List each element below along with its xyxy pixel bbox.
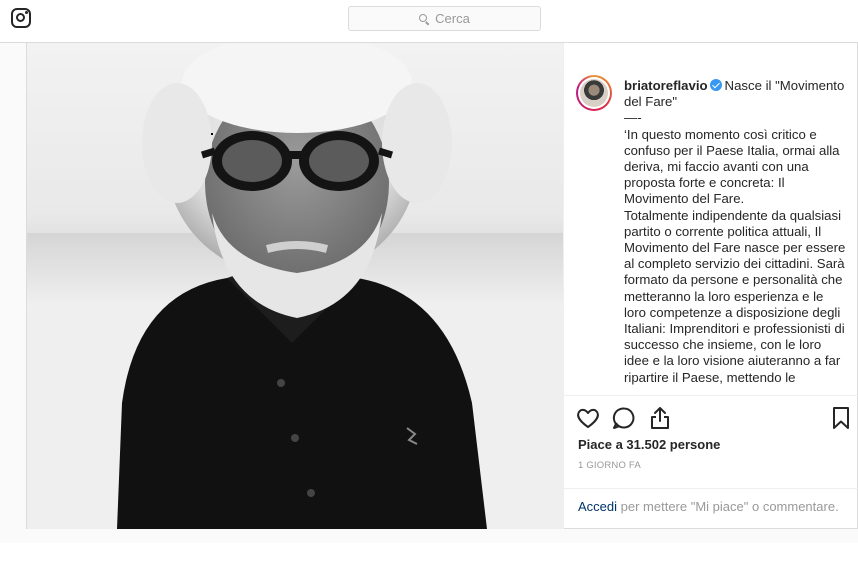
search-input[interactable]: Cerca: [348, 6, 541, 31]
instagram-glyph-icon[interactable]: [11, 8, 31, 28]
post-timestamp[interactable]: 1 GIORNO FA: [578, 460, 641, 471]
page-content: briatoreflavio Nasce il "Movimento del Fa…: [0, 43, 858, 543]
comment-bubble-icon[interactable]: [610, 404, 638, 432]
login-prompt-text: per mettere "Mi piace" o commentare.: [617, 499, 839, 514]
author-username[interactable]: briatoreflavio: [624, 78, 708, 93]
caption-text: briatoreflavio Nasce il "Movimento del Fa…: [624, 78, 846, 386]
share-icon[interactable]: [646, 404, 674, 432]
heart-icon[interactable]: [574, 404, 602, 432]
verified-badge-icon: [709, 79, 722, 91]
caption-body: Nasce il "Movimento del Fare" —- ‘In que…: [624, 78, 846, 385]
post-card: briatoreflavio Nasce il "Movimento del Fa…: [26, 43, 858, 529]
likes-count[interactable]: Piace a 31.502 persone: [578, 437, 720, 452]
top-navigation-bar: Cerca: [0, 0, 858, 43]
bookmark-icon[interactable]: [827, 404, 855, 432]
post-photo[interactable]: [27, 43, 563, 529]
post-actions: Piace a 31.502 persone 1 GIORNO FA Acced…: [564, 395, 858, 529]
search-placeholder: Cerca: [435, 11, 470, 26]
search-icon: [419, 13, 430, 25]
post-sidebar: briatoreflavio Nasce il "Movimento del Fa…: [563, 43, 858, 529]
login-link[interactable]: Accedi: [578, 499, 617, 514]
avatar[interactable]: [576, 75, 612, 111]
login-prompt: Accedi per mettere "Mi piace" o commenta…: [564, 488, 858, 530]
caption-area: briatoreflavio Nasce il "Movimento del Fa…: [564, 43, 858, 395]
